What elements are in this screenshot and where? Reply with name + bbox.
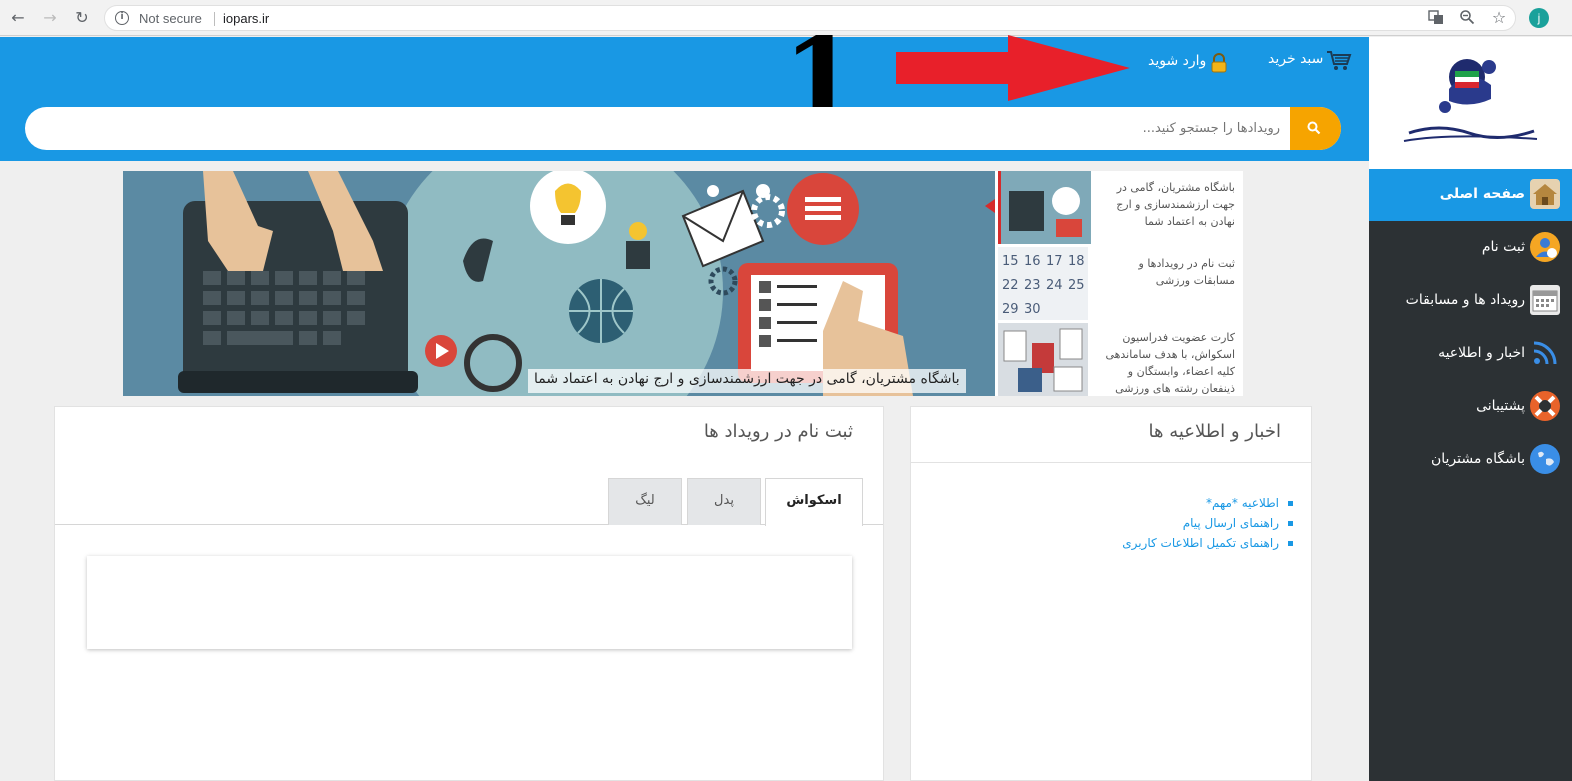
sidebar-item-label: پشتیبانی (1476, 398, 1525, 414)
slider-thumb-text[interactable]: ثبت نام در رویدادها و مسابقات ورزشی (1095, 255, 1235, 289)
slider-thumb-text[interactable]: کارت عضویت فدراسیون اسکواش، با هدف سامان… (1095, 329, 1235, 397)
bookmark-star-icon[interactable]: ☆ (1490, 9, 1508, 27)
sidebar-item-home[interactable]: صفحه اصلی (1369, 169, 1572, 221)
sidebar-item-register[interactable]: ثبت نام (1369, 222, 1572, 274)
svg-text:22: 22 (1002, 278, 1019, 293)
panel-divider (911, 462, 1311, 463)
search-icon (1307, 121, 1321, 135)
technology-illustration-icon (123, 171, 995, 396)
sidebar-nav: صفحه اصلی ثبت نام رویداد ها و مسابقات اخ… (1369, 169, 1572, 781)
lock-icon[interactable] (1210, 53, 1228, 73)
slider-thumb[interactable] (998, 323, 1088, 396)
slider-thumb[interactable] (998, 171, 1091, 244)
tab-padel[interactable]: پدل (687, 478, 761, 525)
info-icon[interactable]: i (115, 11, 129, 25)
slider-thumb[interactable]: 15 16 17 18 22 23 24 25 29 30 (998, 247, 1088, 320)
svg-text:18: 18 (1068, 254, 1085, 269)
translate-icon[interactable] (1427, 9, 1445, 27)
slider-thumb-text[interactable]: باشگاه مشتریان، گامی در جهت ارزشمندسازی … (1095, 179, 1235, 230)
rss-icon (1530, 338, 1560, 368)
sidebar-item-club[interactable]: باشگاه مشتریان (1369, 434, 1572, 486)
tab-league[interactable]: لیگ (608, 478, 682, 525)
news-panel-title: اخبار و اطلاعیه ها (1148, 421, 1281, 442)
logo-emblem-icon (1403, 59, 1538, 142)
sidebar-item-label: ثبت نام (1481, 239, 1525, 255)
reload-icon[interactable]: ↻ (73, 9, 91, 27)
security-label: Not secure (139, 11, 202, 26)
svg-text:30: 30 (1024, 302, 1041, 317)
cart-icon[interactable] (1326, 50, 1352, 72)
profile-avatar[interactable]: j (1529, 8, 1549, 28)
news-list: اطلاعیه *مهم* راهنمای ارسال پیام راهنمای… (1122, 493, 1293, 553)
sidebar-item-news[interactable]: اخبار و اطلاعیه (1369, 328, 1572, 380)
home-icon (1530, 179, 1560, 209)
news-link[interactable]: راهنمای ارسال پیام (1122, 513, 1293, 533)
url-text[interactable]: iopars.ir (223, 11, 269, 26)
svg-text:17: 17 (1046, 254, 1063, 269)
svg-text:16: 16 (1024, 254, 1041, 269)
omnibox-divider (214, 12, 215, 26)
slide-caption[interactable]: باشگاه مشتریان، گامی در جهت ارزشمندسازی … (528, 369, 966, 393)
sidebar-item-support[interactable]: پشتیبانی (1369, 381, 1572, 433)
cards-thumbnail-icon (998, 323, 1088, 396)
sidebar-item-label: اخبار و اطلاعیه (1438, 345, 1525, 361)
lifebuoy-icon (1530, 391, 1560, 421)
sidebar-item-label: صفحه اصلی (1439, 186, 1525, 202)
svg-text:15: 15 (1002, 254, 1019, 269)
news-panel: اخبار و اطلاعیه ها اطلاعیه *مهم* راهنمای… (910, 406, 1312, 781)
news-slider: باشگاه مشتریان، گامی در جهت ارزشمندسازی … (123, 171, 1243, 396)
search-input[interactable] (25, 107, 1290, 150)
user-add-icon (1530, 232, 1560, 262)
thumbnail-icon (1001, 171, 1091, 244)
sidebar-item-label: باشگاه مشتریان (1430, 451, 1525, 467)
zoom-icon[interactable] (1458, 9, 1476, 27)
annotation-arrow-icon (896, 35, 1130, 101)
event-registration-panel: ثبت نام در رویداد ها اسکواش پدل لیگ (54, 406, 884, 781)
search-bar (25, 107, 1341, 150)
sidebar-item-events[interactable]: رویداد ها و مسابقات (1369, 275, 1572, 327)
slide-image[interactable] (123, 171, 995, 396)
calendar-icon (1530, 285, 1560, 315)
news-link[interactable]: راهنمای تکمیل اطلاعات کاربری (1122, 533, 1293, 553)
svg-text:29: 29 (1002, 302, 1019, 317)
search-button[interactable] (1290, 107, 1341, 150)
tab-squash[interactable]: اسکواش (765, 478, 863, 526)
back-icon[interactable]: ← (9, 9, 27, 27)
active-slide-marker (985, 199, 995, 213)
login-link[interactable]: وارد شوید (1148, 53, 1206, 69)
globe-icon (1530, 444, 1560, 474)
registration-panel-title: ثبت نام در رویداد ها (703, 421, 853, 442)
svg-text:23: 23 (1024, 278, 1041, 293)
news-link[interactable]: اطلاعیه *مهم* (1122, 493, 1293, 513)
registration-content-card (87, 556, 852, 649)
forward-icon[interactable]: → (41, 9, 59, 27)
svg-text:24: 24 (1046, 278, 1063, 293)
cart-link[interactable]: سبد خرید (1268, 51, 1323, 67)
calendar-thumbnail-icon: 15 16 17 18 22 23 24 25 29 30 (998, 247, 1088, 320)
sidebar-item-label: رویداد ها و مسابقات (1405, 292, 1525, 308)
federation-logo[interactable] (1369, 37, 1572, 169)
svg-text:25: 25 (1068, 278, 1085, 293)
